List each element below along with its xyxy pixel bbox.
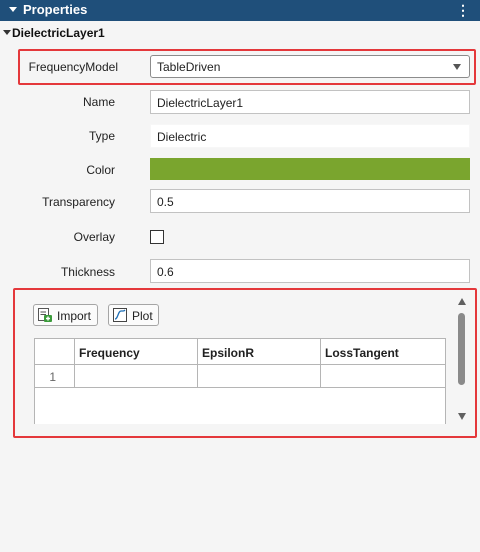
section-header[interactable]: DielectricLayer1 bbox=[0, 24, 480, 42]
dropdown-arrow-icon bbox=[453, 64, 461, 70]
expand-triangle-icon[interactable] bbox=[3, 30, 11, 35]
row-index: 1 bbox=[35, 365, 75, 388]
name-field[interactable]: DielectricLayer1 bbox=[150, 90, 470, 114]
scroll-down-icon[interactable] bbox=[458, 413, 466, 420]
scroll-up-icon[interactable] bbox=[458, 298, 466, 305]
more-options-icon[interactable]: ⋮ bbox=[456, 3, 470, 18]
color-label: Color bbox=[86, 163, 115, 177]
column-header-epsilonr[interactable]: EpsilonR bbox=[198, 339, 321, 365]
frequency-model-label: FrequencyModel bbox=[28, 60, 118, 74]
transparency-field[interactable]: 0.5 bbox=[150, 189, 470, 213]
panel-title: Properties bbox=[23, 2, 88, 17]
import-icon bbox=[38, 308, 52, 322]
properties-titlebar: Properties ⋮ bbox=[0, 0, 480, 21]
collapse-icon[interactable] bbox=[9, 7, 17, 12]
plot-button[interactable]: Plot bbox=[108, 304, 159, 326]
table-cell[interactable] bbox=[75, 365, 198, 388]
name-label: Name bbox=[82, 95, 115, 109]
panel-scrollbar[interactable] bbox=[453, 294, 471, 424]
type-label: Type bbox=[88, 129, 115, 143]
column-header-frequency[interactable]: Frequency bbox=[75, 339, 198, 365]
frequency-model-value: TableDriven bbox=[157, 60, 221, 74]
frequency-table[interactable]: Frequency EpsilonR LossTangent 1 bbox=[34, 338, 446, 424]
plot-label: Plot bbox=[132, 309, 153, 323]
thickness-label: Thickness bbox=[60, 265, 115, 279]
row-index-header bbox=[35, 339, 75, 365]
table-cell[interactable] bbox=[198, 365, 321, 388]
overlay-checkbox[interactable] bbox=[150, 230, 164, 244]
frequency-model-dropdown[interactable]: TableDriven bbox=[150, 55, 470, 78]
scroll-thumb[interactable] bbox=[458, 313, 465, 385]
section-title: DielectricLayer1 bbox=[12, 26, 105, 40]
plot-icon bbox=[113, 308, 127, 322]
transparency-label: Transparency bbox=[42, 195, 115, 209]
overlay-label: Overlay bbox=[73, 230, 115, 244]
import-label: Import bbox=[57, 309, 92, 323]
column-header-losstangent[interactable]: LossTangent bbox=[321, 339, 445, 365]
table-cell[interactable] bbox=[321, 365, 445, 388]
import-button[interactable]: Import bbox=[33, 304, 98, 326]
type-value: Dielectric bbox=[150, 124, 470, 148]
color-swatch[interactable] bbox=[150, 158, 470, 180]
thickness-field[interactable]: 0.6 bbox=[150, 259, 470, 283]
